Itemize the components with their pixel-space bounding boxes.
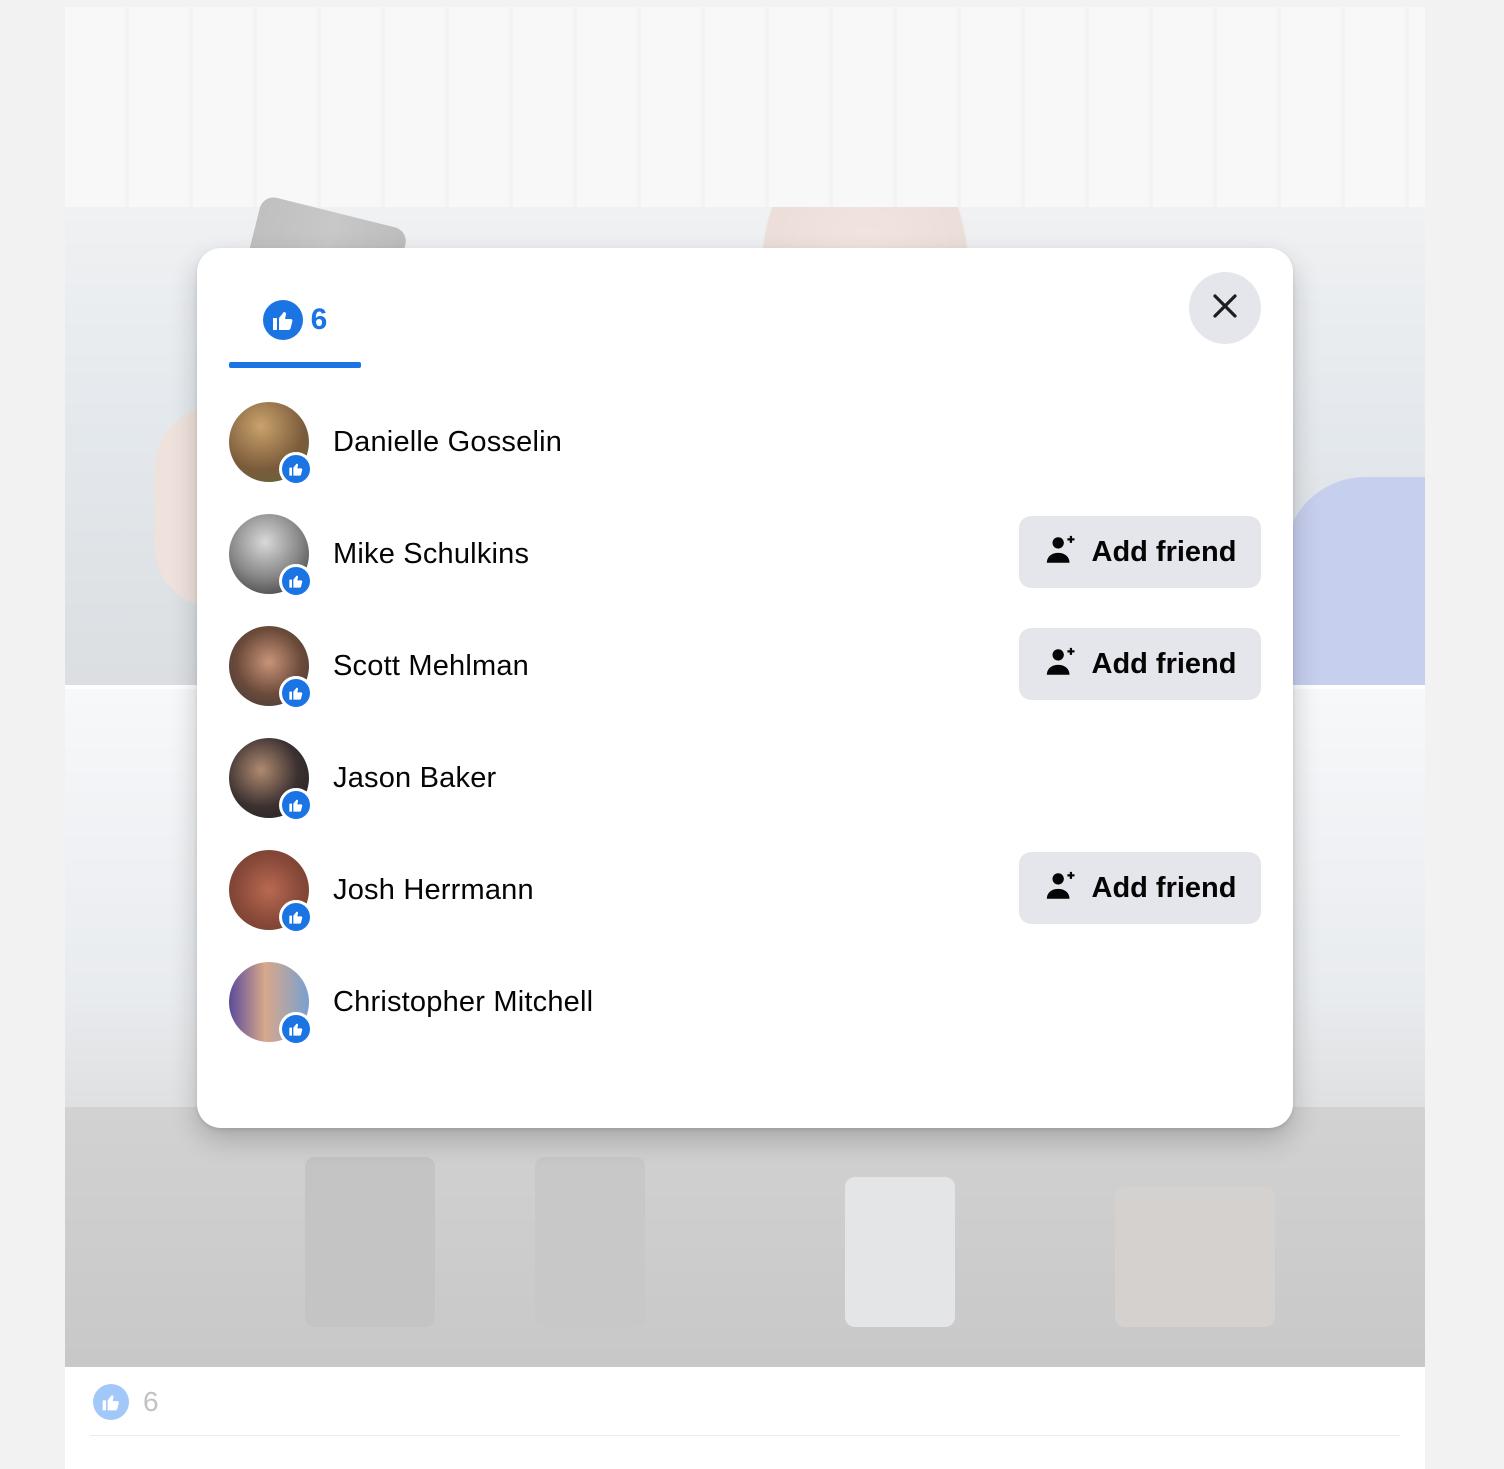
list-item[interactable]: Christopher Mitchell bbox=[229, 946, 1261, 1058]
reactions-dialog: 6 Danielle Gosselin Mike Schulkins Add f… bbox=[197, 248, 1293, 1128]
person-name[interactable]: Danielle Gosselin bbox=[333, 426, 562, 459]
list-item[interactable]: Scott Mehlman Add friend bbox=[229, 610, 1261, 722]
person-name[interactable]: Josh Herrmann bbox=[333, 874, 534, 907]
person-name[interactable]: Christopher Mitchell bbox=[333, 986, 593, 1019]
person-name[interactable]: Jason Baker bbox=[333, 762, 496, 795]
person-name[interactable]: Scott Mehlman bbox=[333, 650, 529, 683]
add-person-icon bbox=[1044, 869, 1078, 908]
add-person-icon bbox=[1044, 645, 1078, 684]
list-item[interactable]: Josh Herrmann Add friend bbox=[229, 834, 1261, 946]
tab-like-count: 6 bbox=[310, 303, 328, 336]
avatar[interactable] bbox=[229, 626, 313, 710]
avatar[interactable] bbox=[229, 962, 313, 1046]
avatar[interactable] bbox=[229, 402, 313, 486]
people-list: Danielle Gosselin Mike Schulkins Add fri… bbox=[229, 386, 1261, 1058]
list-item[interactable]: Jason Baker bbox=[229, 722, 1261, 834]
add-person-icon bbox=[1044, 533, 1078, 572]
like-icon bbox=[279, 564, 313, 598]
avatar[interactable] bbox=[229, 738, 313, 822]
list-item[interactable]: Danielle Gosselin bbox=[229, 386, 1261, 498]
add-friend-button[interactable]: Add friend bbox=[1019, 852, 1261, 924]
close-button[interactable] bbox=[1189, 272, 1261, 344]
like-icon bbox=[279, 452, 313, 486]
like-icon bbox=[262, 300, 303, 340]
add-friend-label: Add friend bbox=[1091, 871, 1237, 904]
add-friend-label: Add friend bbox=[1091, 535, 1237, 568]
tab-active-indicator bbox=[229, 362, 361, 368]
add-friend-button[interactable]: Add friend bbox=[1019, 516, 1261, 588]
list-item[interactable]: Mike Schulkins Add friend bbox=[229, 498, 1261, 610]
add-friend-label: Add friend bbox=[1091, 647, 1237, 680]
like-icon bbox=[279, 1012, 313, 1046]
person-name[interactable]: Mike Schulkins bbox=[333, 538, 529, 571]
avatar[interactable] bbox=[229, 514, 313, 598]
close-icon bbox=[1210, 291, 1240, 326]
tab-like[interactable]: 6 bbox=[229, 272, 361, 368]
like-icon bbox=[279, 676, 313, 710]
like-icon bbox=[279, 788, 313, 822]
like-icon bbox=[279, 900, 313, 934]
add-friend-button[interactable]: Add friend bbox=[1019, 628, 1261, 700]
avatar[interactable] bbox=[229, 850, 313, 934]
